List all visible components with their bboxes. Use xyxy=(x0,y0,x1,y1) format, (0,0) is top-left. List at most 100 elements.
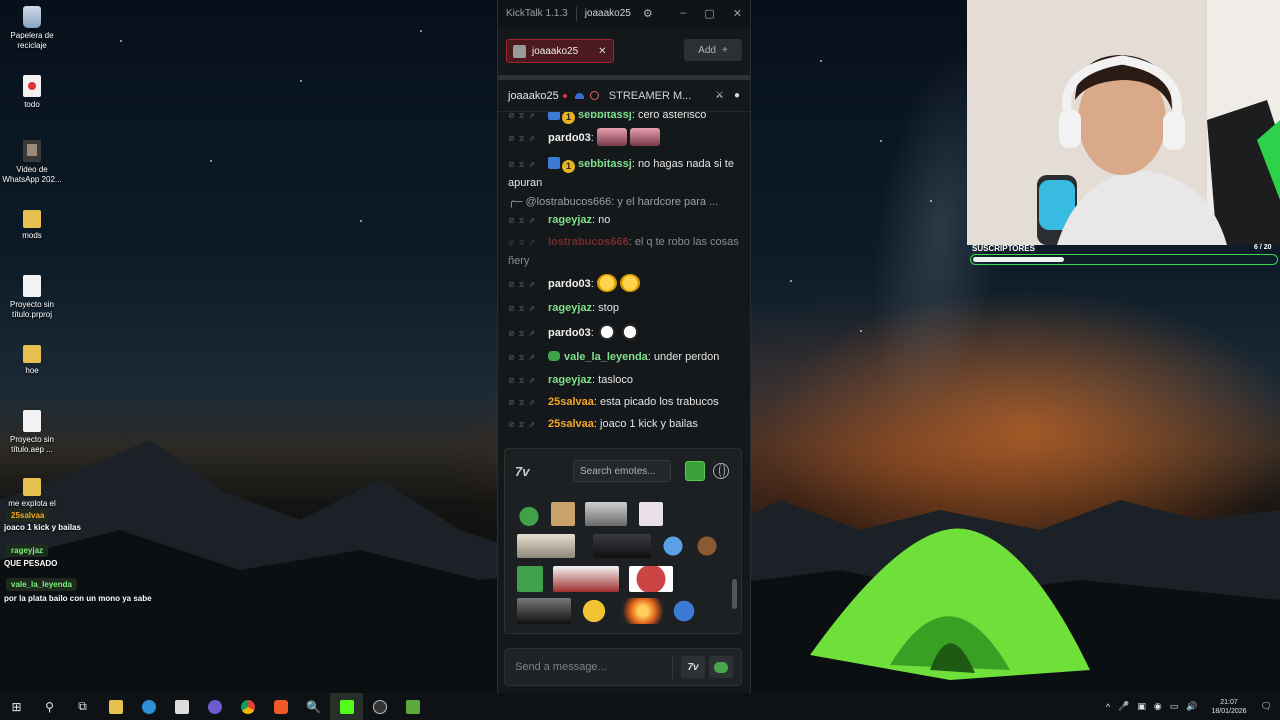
meme-emote-icon[interactable] xyxy=(517,534,575,558)
duck-emote-icon[interactable] xyxy=(579,598,609,624)
taskbar-edge[interactable] xyxy=(132,693,165,720)
chat-username[interactable]: sebbitassj xyxy=(578,112,632,121)
dog-emote-icon[interactable] xyxy=(695,534,719,558)
pepe-emote-icon[interactable] xyxy=(517,502,541,526)
desktop-folder-mods[interactable]: mods xyxy=(1,210,63,241)
chat-username[interactable]: rageyjaz xyxy=(548,302,592,314)
sonic-emote-icon[interactable] xyxy=(671,598,697,624)
tray-app-icon[interactable]: ◉ xyxy=(1154,701,1162,712)
mod-actions-icon[interactable]: ⊘⧖⇗ xyxy=(508,130,548,148)
seven-tv-logo-icon[interactable]: 7v xyxy=(515,464,565,479)
seven-tv-emotes-button[interactable]: 7v xyxy=(681,656,705,678)
chat-username[interactable]: @lostrabucos666 xyxy=(525,196,611,208)
app-title: KickTalk 1.1.3 xyxy=(506,8,568,19)
bench-emote-icon[interactable] xyxy=(553,566,619,592)
user-icon[interactable]: ● xyxy=(734,90,740,101)
chat-username[interactable]: sebbitassj xyxy=(578,158,632,170)
fire-emote-icon[interactable] xyxy=(621,598,665,624)
desktop-file-video[interactable]: Video de WhatsApp 202... xyxy=(1,140,63,185)
clock[interactable]: 21:07 18/01/2026 xyxy=(1206,698,1253,716)
cat-emote-icon[interactable] xyxy=(551,502,575,526)
mod-actions-icon[interactable]: ⊘⧖⇗ xyxy=(508,394,548,412)
taskbar-obs[interactable] xyxy=(363,693,396,720)
taskbar-brave[interactable] xyxy=(264,693,297,720)
message-input[interactable] xyxy=(505,649,672,685)
network-icon[interactable]: ▭ xyxy=(1170,701,1179,712)
chat-username[interactable]: lostrabucos666 xyxy=(548,236,629,248)
recycle-bin-icon[interactable]: Papelera de reciclaje xyxy=(1,6,63,51)
volume-icon[interactable]: 🔊 xyxy=(1186,701,1197,712)
taskbar-file-explorer[interactable] xyxy=(99,693,132,720)
add-channel-button[interactable]: Add + xyxy=(684,39,742,61)
brave-icon xyxy=(273,699,288,714)
mod-actions-icon[interactable]: ⊘⧖⇗ xyxy=(508,276,548,294)
pepe-emote-icon[interactable] xyxy=(517,566,543,592)
mod-actions-icon[interactable]: ⊘⧖⇗ xyxy=(508,416,548,434)
logged-in-user[interactable]: joaaako25 xyxy=(585,8,631,19)
mod-actions-icon[interactable]: ⊘⧖⇗ xyxy=(508,300,548,318)
chat-username[interactable]: 25salvaa xyxy=(548,396,594,408)
no-emote-icon[interactable] xyxy=(629,566,673,592)
task-view-button[interactable]: ⧉ xyxy=(66,693,99,720)
chat-header: joaaako25 STREAMER M... ⚔ ● xyxy=(498,80,750,112)
start-button[interactable]: ⊞ xyxy=(0,693,33,720)
chat-message: ⊘⧖⇗ vale_la_leyenda: under perdon xyxy=(508,348,740,367)
chat-username[interactable]: rageyjaz xyxy=(548,214,592,226)
taskbar-search-app[interactable]: 🔍 xyxy=(297,693,330,720)
taskbar-minecraft[interactable] xyxy=(396,693,429,720)
header-actions: ⚔ ● xyxy=(715,90,740,101)
gear-icon[interactable]: ⚙ xyxy=(643,7,653,20)
group-emote-icon[interactable] xyxy=(585,502,627,526)
title-separator xyxy=(575,6,577,21)
desktop-icon-label: todo xyxy=(24,100,40,109)
tab-channel-joaaako25[interactable]: joaaako25 ✕ xyxy=(506,39,614,63)
minimize-icon[interactable]: – xyxy=(680,7,686,20)
chat-username[interactable]: vale_la_leyenda xyxy=(564,351,648,363)
chat-username[interactable]: pardo03 xyxy=(548,278,591,290)
desktop-file-hoe[interactable]: hoe xyxy=(1,345,63,376)
mod-actions-icon[interactable]: ⊘⧖⇗ xyxy=(508,234,548,252)
mod-actions-icon[interactable]: ⊘⧖⇗ xyxy=(508,212,548,230)
taskbar-discord[interactable] xyxy=(198,693,231,720)
emote-icon xyxy=(629,128,660,146)
close-icon[interactable]: ✕ xyxy=(733,7,742,20)
overlay-chat-user: 25salvaa xyxy=(6,509,50,522)
desktop-file-explota[interactable]: me explota el xyxy=(1,478,63,509)
emote-search-input[interactable] xyxy=(573,460,671,482)
chevron-up-icon[interactable]: ^ xyxy=(1106,702,1110,712)
taskbar-chrome[interactable] xyxy=(231,693,264,720)
glitch-emote-icon[interactable] xyxy=(517,598,571,624)
globe-emote-icon[interactable] xyxy=(661,534,685,558)
maximize-icon[interactable]: ▢ xyxy=(704,7,714,20)
desktop-file-todo[interactable]: todo xyxy=(1,75,63,110)
anime-emote-icon[interactable] xyxy=(639,502,663,526)
emote-picker-scrollbar[interactable] xyxy=(732,579,737,609)
sword-icon[interactable]: ⚔ xyxy=(715,90,724,101)
desktop-icon-label: hoe xyxy=(25,366,39,375)
mod-actions-icon[interactable]: ⊘⧖⇗ xyxy=(508,349,548,367)
mod-actions-icon[interactable]: ⊘⧖⇗ xyxy=(508,112,548,125)
window-controls: – ▢ ✕ xyxy=(680,7,742,20)
tray-app-icon[interactable]: ▣ xyxy=(1137,701,1146,712)
desktop-file-prproj[interactable]: Proyecto sin título.prproj xyxy=(1,275,63,320)
notifications-icon[interactable]: 🗨 xyxy=(1261,701,1272,712)
magnifier-icon: 🔍 xyxy=(306,699,321,714)
taskbar-app[interactable] xyxy=(165,693,198,720)
chat-message: ⊘⧖⇗ pardo03: xyxy=(508,274,740,294)
kick-emotes-tab[interactable] xyxy=(685,461,705,481)
taskbar-kicktalk[interactable] xyxy=(330,693,363,720)
close-tab-icon[interactable]: ✕ xyxy=(598,46,606,57)
kick-emotes-button[interactable] xyxy=(709,656,733,678)
mod-actions-icon[interactable]: ⊘⧖⇗ xyxy=(508,325,548,343)
microphone-icon[interactable]: 🎤 xyxy=(1118,701,1129,712)
dance-emote-icon[interactable] xyxy=(593,534,651,558)
mod-actions-icon[interactable]: ⊘⧖⇗ xyxy=(508,372,548,390)
chat-username[interactable]: 25salvaa xyxy=(548,418,594,430)
chat-username[interactable]: pardo03 xyxy=(548,327,591,339)
desktop-file-aep[interactable]: Proyecto sin título.aep ... xyxy=(1,410,63,455)
search-button[interactable]: ⚲ xyxy=(33,693,66,720)
chat-username[interactable]: rageyjaz xyxy=(548,374,592,386)
chat-username[interactable]: pardo03 xyxy=(548,132,591,144)
globe-icon[interactable] xyxy=(713,463,729,479)
mod-actions-icon[interactable]: ⊘⧖⇗ xyxy=(508,156,548,174)
